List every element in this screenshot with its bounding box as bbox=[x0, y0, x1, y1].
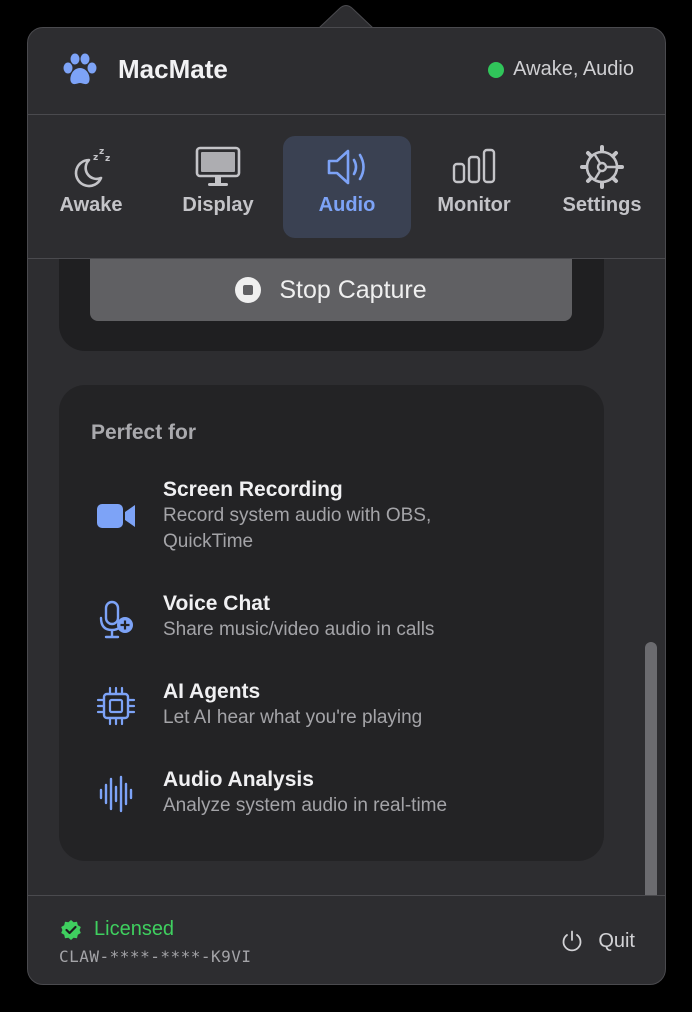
stop-capture-label: Stop Capture bbox=[279, 275, 427, 304]
tab-settings[interactable]: Settings bbox=[538, 136, 665, 238]
tab-monitor-label: Monitor bbox=[437, 194, 511, 216]
microphone-plus-icon bbox=[99, 600, 133, 639]
paw-icon bbox=[63, 53, 97, 85]
item-title: AI Agents bbox=[163, 680, 261, 703]
tab-audio-label: Audio bbox=[318, 194, 376, 216]
cpu-chip-icon bbox=[96, 686, 136, 726]
stop-capture-button[interactable]: Stop Capture bbox=[90, 259, 572, 321]
svg-text:z: z bbox=[99, 147, 104, 157]
moon-zzz-icon: z z z bbox=[74, 147, 110, 188]
license-status-text: Licensed bbox=[94, 918, 175, 940]
tab-audio[interactable]: Audio bbox=[283, 136, 411, 238]
tab-awake-label: Awake bbox=[59, 194, 123, 216]
speaker-icon bbox=[327, 149, 365, 185]
scrollbar[interactable] bbox=[645, 642, 657, 895]
tab-monitor[interactable]: Monitor bbox=[410, 136, 538, 238]
app-title: MacMate bbox=[118, 54, 228, 84]
item-title: Voice Chat bbox=[163, 592, 270, 615]
perfect-for-card: Perfect for Screen Recording Record syst… bbox=[59, 385, 604, 861]
status-indicator: Awake, Audio bbox=[488, 58, 634, 81]
scroll-content: Stop Capture Perfect for Screen Recordin… bbox=[28, 259, 665, 895]
license-status: Licensed bbox=[60, 918, 174, 941]
svg-text:z: z bbox=[105, 154, 110, 164]
gear-icon bbox=[580, 145, 624, 189]
tab-display[interactable]: Display bbox=[154, 136, 282, 238]
tab-awake[interactable]: z z z Awake bbox=[28, 136, 155, 238]
item-title: Audio Analysis bbox=[163, 768, 314, 791]
power-icon bbox=[562, 930, 582, 952]
capture-card: Stop Capture bbox=[59, 259, 604, 351]
tab-bar: z z z Awake Display Audio Monitor Settin… bbox=[28, 115, 665, 259]
status-dot bbox=[488, 61, 505, 78]
quit-button[interactable]: Quit bbox=[560, 929, 635, 953]
item-title: Screen Recording bbox=[163, 478, 343, 501]
status-text: Awake, Audio bbox=[513, 58, 634, 80]
bar-chart-icon bbox=[452, 148, 496, 184]
tab-display-label: Display bbox=[182, 194, 254, 216]
svg-text:z: z bbox=[93, 153, 98, 163]
footer: Licensed CLAW-****-****-K9VI Quit bbox=[28, 895, 665, 984]
item-desc: Share music/video audio in calls bbox=[163, 619, 435, 640]
perfect-for-title: Perfect for bbox=[91, 421, 197, 444]
monitor-icon bbox=[195, 146, 241, 186]
item-desc: Let AI hear what you're playing bbox=[163, 707, 423, 728]
stop-circle-icon bbox=[235, 277, 262, 303]
item-desc: Analyze system audio in real-time bbox=[163, 795, 448, 816]
item-desc: Record system audio with OBS, QuickTime bbox=[163, 505, 432, 552]
header: MacMate Awake, Audio bbox=[28, 28, 665, 115]
waveform-icon bbox=[99, 775, 133, 813]
macmate-popover: MacMate Awake, Audio z z z Awake Display bbox=[27, 27, 666, 985]
license-key: CLAW-****-****-K9VI bbox=[59, 947, 252, 966]
tab-settings-label: Settings bbox=[562, 194, 642, 216]
quit-label: Quit bbox=[598, 929, 635, 952]
video-camera-icon bbox=[97, 504, 135, 528]
verified-check-icon bbox=[61, 919, 81, 940]
